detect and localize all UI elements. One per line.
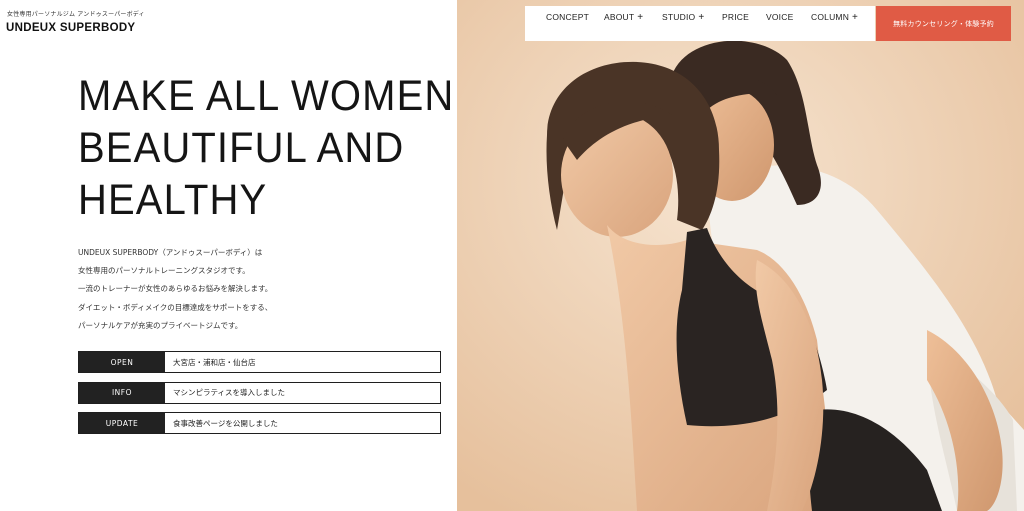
news-text[interactable]: 大宮店・浦和店・仙台店 (165, 352, 440, 372)
site-logo[interactable]: UNDEUX SUPERBODY (6, 22, 135, 34)
news-tag: UPDATE (79, 413, 165, 433)
description-line: 一流のトレーナーが女性のあらゆるお悩みを解決します。 (78, 284, 273, 294)
nav-item-price[interactable]: PRICE (722, 12, 749, 22)
nav-item-concept[interactable]: CONCEPT (546, 12, 589, 22)
description-line: UNDEUX SUPERBODY（アンドゥスーパーボディ）は (78, 248, 263, 257)
nav-item-voice[interactable]: VOICE (766, 12, 793, 22)
free-counseling-button[interactable]: 無料カウンセリング・体験予約 (876, 6, 1011, 41)
hero-photo (457, 0, 1024, 511)
intro-description: UNDEUX SUPERBODY（アンドゥスーパーボディ）は 女性専用のパーソナ… (78, 244, 438, 335)
site-tagline: 女性専用パーソナルジム アンドゥスーパーボディ (7, 11, 145, 18)
hero-line: HEALTHY (78, 176, 268, 224)
hero-photo-illustration (457, 0, 1024, 511)
left-panel: 女性専用パーソナルジム アンドゥスーパーボディ UNDEUX SUPERBODY… (0, 0, 457, 511)
news-text[interactable]: 食事改善ページを公開しました (165, 413, 440, 433)
hero-heading: MAKE ALL WOMEN BEAUTIFUL AND HEALTHY (78, 70, 455, 226)
news-item[interactable]: INFO マシンピラティスを導入しました (78, 381, 441, 404)
nav-item-studio[interactable]: STUDIO + (662, 12, 705, 23)
nav-item-column[interactable]: COLUMN + (811, 12, 859, 23)
description-line: パーソナルケアが充実のプライベートジムです。 (78, 320, 243, 330)
plus-icon: + (852, 12, 859, 23)
hero-line: MAKE ALL WOMEN (78, 72, 455, 120)
news-item[interactable]: OPEN 大宮店・浦和店・仙台店 (78, 351, 441, 373)
news-list: OPEN 大宮店・浦和店・仙台店 INFO マシンピラティスを導入しました UP… (78, 351, 441, 443)
plus-icon: + (637, 12, 644, 23)
nav-item-about[interactable]: ABOUT + (604, 12, 644, 23)
news-tag: INFO (79, 382, 165, 403)
hero-line: BEAUTIFUL AND (78, 124, 405, 172)
plus-icon: + (698, 12, 705, 23)
description-line: ダイエット・ボディメイクの目標達成をサポートをする、 (78, 302, 273, 312)
description-line: 女性専用のパーソナルトレーニングスタジオです。 (78, 266, 250, 276)
news-tag: OPEN (79, 352, 165, 372)
news-text[interactable]: マシンピラティスを導入しました (165, 383, 440, 403)
news-item[interactable]: UPDATE 食事改善ページを公開しました (78, 412, 441, 434)
